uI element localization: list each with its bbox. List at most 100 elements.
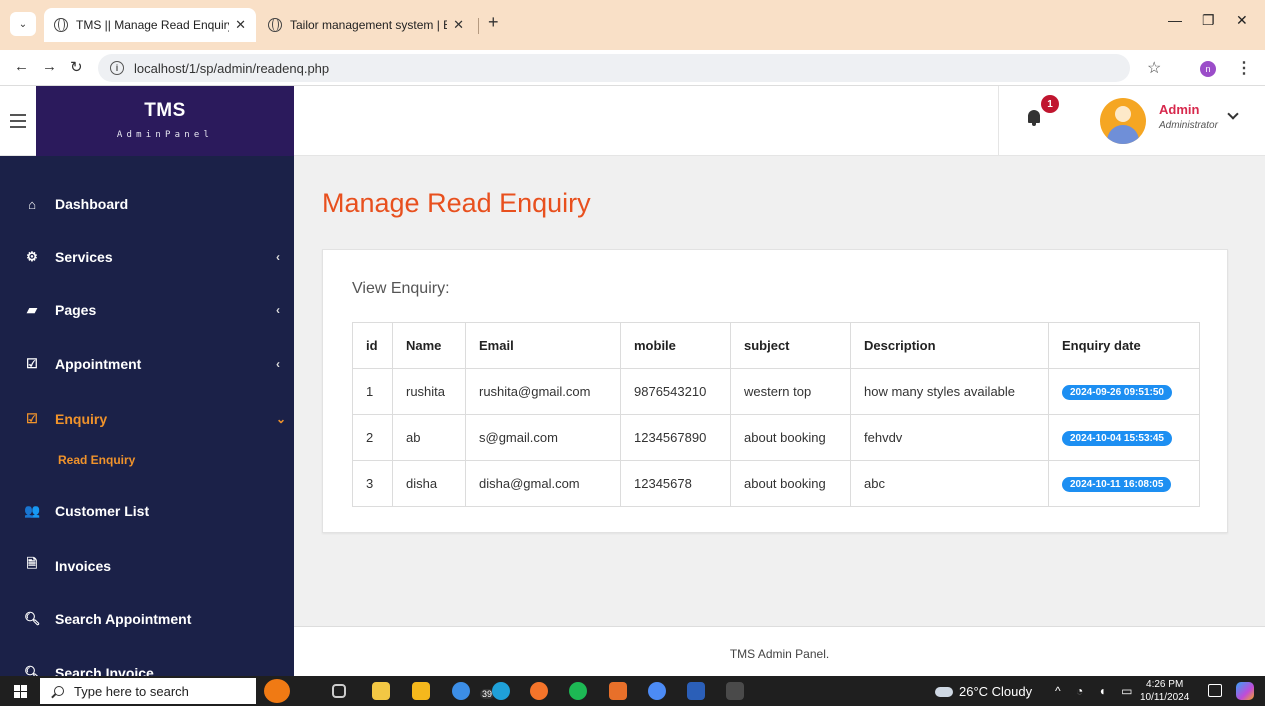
footer: TMS Admin Panel. <box>294 627 1265 676</box>
close-window-button[interactable]: ✕ <box>1236 12 1248 29</box>
mail-icon[interactable] <box>452 682 470 700</box>
edge-icon[interactable] <box>492 682 510 700</box>
clock[interactable]: 4:26 PM 10/11/2024 <box>1140 678 1189 704</box>
sidebar-item-pages[interactable]: ▰ Pages ‹ <box>0 295 294 325</box>
new-tab-button[interactable]: + <box>488 12 499 33</box>
xampp-icon[interactable] <box>609 682 627 700</box>
weather-text: 26°C Cloudy <box>959 684 1033 699</box>
sidebar-item-invoices[interactable]: 🗎 Invoices <box>0 551 294 581</box>
file-icon: 🗎 <box>26 556 38 571</box>
back-button[interactable]: ← <box>14 58 29 75</box>
chevron-down-icon[interactable] <box>1227 108 1239 120</box>
forward-button[interactable]: → <box>42 58 57 75</box>
search-placeholder: Type here to search <box>74 683 189 699</box>
profile-avatar[interactable]: n <box>1200 61 1216 77</box>
sidebar-item-label: Enquiry <box>55 411 108 427</box>
cell-id: 2 <box>352 414 393 461</box>
cell-email: rushita@gmail.com <box>465 368 621 415</box>
brand-logo: TMS AdminPanel <box>36 86 294 156</box>
store-icon[interactable] <box>372 682 390 700</box>
taskbar: Type here to search 39 26°C Cloudy ^ ◔ ◖… <box>0 676 1265 706</box>
sidebar-item-label: Appointment <box>55 356 142 372</box>
avatar[interactable] <box>1100 98 1146 144</box>
notification-badge[interactable]: 1 <box>1041 95 1059 113</box>
restore-button[interactable]: ❐ <box>1202 12 1215 29</box>
sidebar-item-label: Invoices <box>55 558 112 574</box>
tab-search-menu-button[interactable]: ⌄ <box>10 12 36 36</box>
home-icon: ⌂ <box>28 196 36 212</box>
windows-start-icon[interactable] <box>14 685 27 698</box>
cell-email: disha@gmal.com <box>465 460 621 507</box>
url-text: localhost/1/sp/admin/readenq.php <box>134 60 330 76</box>
cell-name: rushita <box>392 368 466 415</box>
cell-description: how many styles available <box>850 368 1049 415</box>
users-icon: 👥 <box>24 503 41 518</box>
cell-mobile: 9876543210 <box>620 368 731 415</box>
close-tab-icon[interactable]: ✕ <box>235 17 246 33</box>
spotify-icon[interactable] <box>569 682 587 700</box>
cell-id: 3 <box>352 460 393 507</box>
cell-date: 2024-10-04 15:53:45 <box>1048 414 1200 461</box>
chevron-left-icon: ‹ <box>276 357 280 371</box>
cell-id: 1 <box>352 368 393 415</box>
word-icon[interactable] <box>687 682 705 700</box>
browser-tab-bar: ⌄ TMS || Manage Read Enquiry ✕ Tailor ma… <box>0 0 1265 50</box>
firefox-icon[interactable] <box>530 682 548 700</box>
chevron-left-icon: ‹ <box>276 303 280 317</box>
cell-subject: about booking <box>730 460 851 507</box>
reload-button[interactable]: ↻ <box>70 58 83 76</box>
sidebar-item-enquiry[interactable]: ☑ Enquiry ⌄ <box>0 404 294 434</box>
bookmark-star-icon[interactable]: ☆ <box>1147 58 1161 78</box>
taskbar-search-input[interactable]: Type here to search <box>40 678 256 704</box>
cell-subject: about booking <box>730 414 851 461</box>
cell-email: s@gmail.com <box>465 414 621 461</box>
table-row: 1 rushita rushita@gmail.com 9876543210 w… <box>352 368 1200 415</box>
enquiry-card: View Enquiry: id Name Email mobile subje… <box>322 249 1228 533</box>
sublime-icon[interactable] <box>726 682 744 700</box>
hamburger-menu-icon[interactable] <box>0 86 36 156</box>
minimize-button[interactable]: — <box>1168 12 1182 28</box>
sidebar-item-dashboard[interactable]: ⌂ Dashboard <box>0 189 294 219</box>
footer-text: TMS Admin Panel. <box>729 647 830 661</box>
close-tab-icon[interactable]: ✕ <box>453 17 464 33</box>
cell-date: 2024-09-26 09:51:50 <box>1048 368 1200 415</box>
sidebar-item-customer-list[interactable]: 👥 Customer List <box>0 496 294 526</box>
enquiry-table: id Name Email mobile subject Description… <box>352 322 1200 507</box>
table-row: 2 ab s@gmail.com 1234567890 about bookin… <box>352 414 1200 461</box>
file-explorer-icon[interactable] <box>412 682 430 700</box>
sidebar-item-search-appointment[interactable]: 🔍︎ Search Appointment <box>0 604 294 634</box>
system-tray-icons[interactable]: ^ ◔ ◖ ▭ <box>1055 684 1138 698</box>
header-divider <box>998 86 999 156</box>
sidebar-item-services[interactable]: ⚙ Services ‹ <box>0 242 294 272</box>
column-header: subject <box>730 322 851 369</box>
date-badge: 2024-10-11 16:08:05 <box>1062 477 1172 492</box>
cogs-icon: ⚙ <box>26 249 38 264</box>
bell-icon[interactable] <box>1028 110 1040 126</box>
cell-name: disha <box>392 460 466 507</box>
copilot-icon[interactable] <box>1236 682 1254 700</box>
pumpkin-widget-icon[interactable] <box>264 679 290 703</box>
browser-tab-active[interactable]: TMS || Manage Read Enquiry ✕ <box>44 8 256 42</box>
sidebar-item-label: Search Invoice <box>55 665 154 676</box>
browser-menu-icon[interactable]: ⋮ <box>1236 58 1252 78</box>
notification-center-icon[interactable] <box>1208 684 1222 697</box>
search-icon: 🔍︎ <box>24 611 41 626</box>
tab-title: TMS || Manage Read Enquiry <box>76 18 230 32</box>
chrome-icon[interactable] <box>648 682 666 700</box>
sidebar-item-search-invoice[interactable]: 🔍︎ Search Invoice <box>0 658 294 676</box>
sidebar-item-label: Dashboard <box>55 196 129 212</box>
site-info-icon[interactable]: i <box>110 61 124 75</box>
browser-tab-inactive[interactable]: Tailor management system | Enq ✕ <box>258 10 474 40</box>
weather-widget[interactable]: 26°C Cloudy <box>935 684 1032 699</box>
table-row: 3 disha disha@gmal.com 12345678 about bo… <box>352 460 1200 507</box>
user-name[interactable]: Admin <box>1159 102 1199 117</box>
column-header: Name <box>392 322 466 369</box>
url-field[interactable]: i localhost/1/sp/admin/readenq.php <box>98 54 1130 82</box>
chevron-down-icon: ⌄ <box>276 412 287 426</box>
cell-description: fehvdv <box>850 414 1049 461</box>
sidebar-subitem-read-enquiry[interactable]: Read Enquiry <box>58 453 135 467</box>
sidebar-item-appointment[interactable]: ☑ Appointment ‹ <box>0 349 294 379</box>
tab-separator <box>478 18 479 34</box>
task-view-icon[interactable] <box>332 684 346 698</box>
clock-date: 10/11/2024 <box>1140 692 1190 703</box>
